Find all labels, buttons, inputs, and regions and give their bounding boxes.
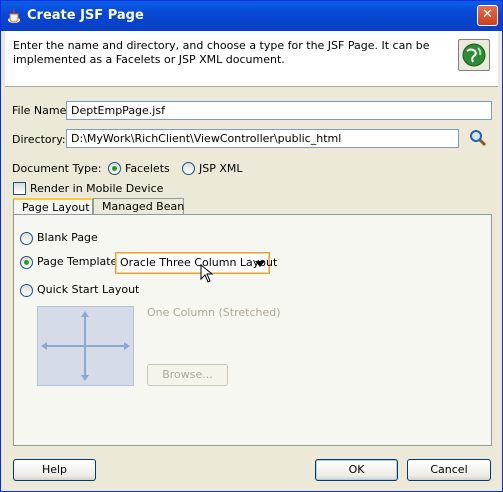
browse-label: Browse... xyxy=(162,368,213,381)
tab-managed-bean[interactable]: Managed Bean xyxy=(93,198,184,215)
help-button[interactable]: Help xyxy=(13,459,96,481)
chevron-down-icon xyxy=(255,261,265,267)
page-layout-panel: Blank Page Page Template Oracle Three Co… xyxy=(13,214,492,446)
template-dropdown[interactable]: Oracle Three Column Layout xyxy=(115,252,277,274)
mouse-cursor-icon xyxy=(200,264,214,283)
search-icon[interactable] xyxy=(468,128,488,148)
cancel-button[interactable]: Cancel xyxy=(407,459,491,481)
ok-label: OK xyxy=(348,463,365,476)
facelets-radio[interactable] xyxy=(108,162,121,175)
close-button[interactable]: ✕ xyxy=(477,5,498,26)
quick-start-radio[interactable] xyxy=(20,284,33,297)
facelets-label: Facelets xyxy=(125,162,170,175)
layout-preview xyxy=(37,306,134,386)
globe-icon xyxy=(458,39,490,71)
ok-button[interactable]: OK xyxy=(315,459,398,481)
file-name-label: File Name: xyxy=(12,104,71,117)
file-name-input[interactable]: DeptEmpPage.jsf xyxy=(66,101,492,120)
instruction-text: Enter the name and directory, and choose… xyxy=(13,39,430,66)
close-icon: ✕ xyxy=(482,7,493,22)
tab-page-layout-label: Page Layout xyxy=(22,201,90,214)
browse-button[interactable]: Browse... xyxy=(147,364,228,386)
directory-label: Directory: xyxy=(12,133,66,146)
directory-input[interactable]: D:\MyWork\RichClient\ViewController\publ… xyxy=(66,129,459,148)
header-panel: Enter the name and directory, and choose… xyxy=(5,31,498,87)
mobile-checkbox[interactable] xyxy=(13,182,26,195)
jsp-xml-label: JSP XML xyxy=(199,162,243,175)
layout-preview-icon xyxy=(41,311,130,381)
blank-page-radio[interactable] xyxy=(20,232,33,245)
quick-start-label: Quick Start Layout xyxy=(37,283,140,296)
page-template-radio[interactable] xyxy=(20,256,33,269)
help-label: Help xyxy=(41,463,68,476)
quick-start-name: One Column (Stretched) xyxy=(147,306,281,319)
tab-managed-bean-label: Managed Bean xyxy=(102,200,185,213)
java-cup-icon xyxy=(8,8,20,23)
template-dropdown-value: Oracle Three Column Layout xyxy=(120,256,278,269)
jsp-xml-radio[interactable] xyxy=(182,162,195,175)
create-jsf-page-dialog: Create JSF Page ✕ Enter the name and dir… xyxy=(0,0,503,492)
page-template-label: Page Template xyxy=(37,255,118,268)
cancel-label: Cancel xyxy=(430,463,468,476)
blank-page-label: Blank Page xyxy=(37,231,98,244)
window-title: Create JSF Page xyxy=(27,8,144,23)
mobile-label: Render in Mobile Device xyxy=(30,182,164,195)
title-bar[interactable]: Create JSF Page ✕ xyxy=(1,1,502,31)
document-type-label: Document Type: xyxy=(12,162,102,175)
